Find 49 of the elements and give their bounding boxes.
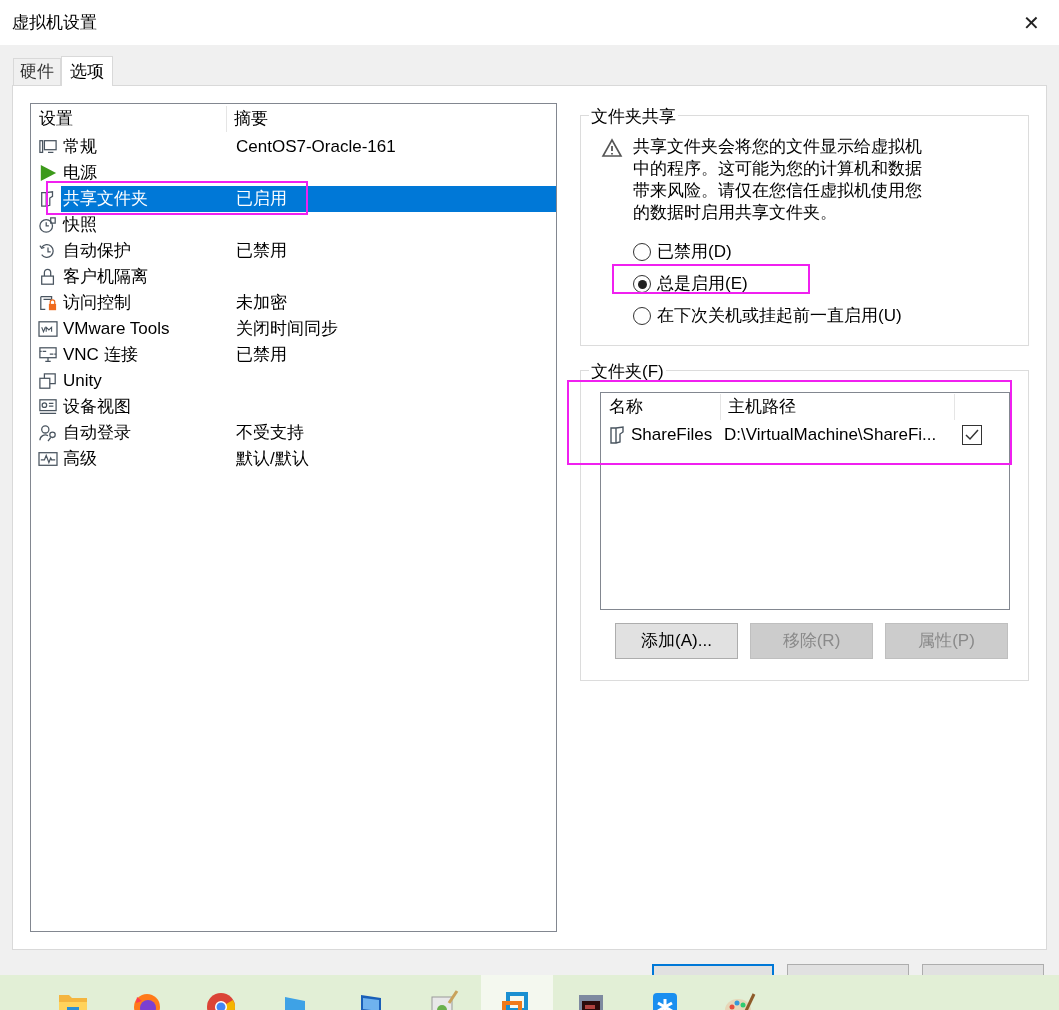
folder-path: D:\VirtualMachine\ShareFi...: [724, 424, 938, 447]
radio-label: 已禁用(D): [657, 241, 732, 264]
warning-text: 共享文件夹会将您的文件显示给虚拟机中的程序。这可能为您的计算机和数据带来风险。请仅在您信任虚拟机使用您的数据时启用共享文件夹。: [633, 136, 923, 224]
setting-name: 访问控制: [63, 292, 131, 315]
settings-row[interactable]: 共享文件夹 已启用: [61, 186, 556, 212]
settings-row[interactable]: 自动登录 不受支持: [61, 420, 556, 446]
folder-action-button[interactable]: 添加(A)...: [615, 623, 738, 659]
setting-name: 高级: [63, 448, 97, 471]
column-header: 摘要: [233, 108, 268, 131]
tab[interactable]: 硬件: [13, 58, 61, 85]
settings-row[interactable]: 电源: [61, 160, 556, 186]
settings-row[interactable]: 自动保护 已禁用: [61, 238, 556, 264]
setting-summary: 已禁用: [235, 240, 287, 263]
setting-name: 设备视图: [63, 396, 131, 419]
settings-row[interactable]: 设备视图: [61, 394, 556, 420]
setting-summary: 未加密: [235, 292, 287, 315]
folder-name: ShareFiles: [630, 424, 714, 447]
setting-summary: 已启用: [235, 188, 287, 211]
settings-row[interactable]: 高级 默认/默认: [61, 446, 556, 472]
setting-name: 电源: [63, 162, 97, 185]
settings-row[interactable]: VMware Tools 关闭时间同步: [61, 316, 556, 342]
setting-name: Unity: [63, 370, 102, 393]
column-header: 设置: [31, 106, 227, 132]
setting-name: 快照: [63, 214, 97, 237]
settings-row[interactable]: 常规 CentOS7-Oracle-161: [61, 134, 556, 160]
column-header: 主机路径: [721, 394, 955, 420]
settings-row[interactable]: 客户机隔离: [61, 264, 556, 290]
close-button[interactable]: ✕: [1011, 4, 1051, 41]
setting-summary: 不受支持: [235, 422, 304, 445]
settings-row[interactable]: 快照: [61, 212, 556, 238]
setting-name: VMware Tools: [63, 318, 170, 341]
radio-label: 总是启用(E): [657, 273, 748, 296]
setting-summary: 默认/默认: [235, 448, 309, 471]
settings-row[interactable]: VNC 连接 已禁用: [61, 342, 556, 368]
setting-name: 共享文件夹: [63, 188, 148, 211]
setting-name: 自动保护: [63, 240, 131, 263]
setting-name: 客户机隔离: [63, 266, 148, 289]
setting-name: 自动登录: [63, 422, 131, 445]
setting-summary: 关闭时间同步: [235, 318, 338, 341]
radio-label: 在下次关机或挂起前一直启用(U): [657, 305, 902, 328]
setting-summary: CentOS7-Oracle-161: [235, 136, 396, 159]
settings-row[interactable]: 访问控制 未加密: [61, 290, 556, 316]
setting-summary: 已禁用: [235, 344, 287, 367]
settings-row[interactable]: Unity: [61, 368, 556, 394]
column-header: 名称: [601, 394, 721, 420]
setting-name: 常规: [63, 136, 97, 159]
setting-name: VNC 连接: [63, 344, 138, 367]
tab[interactable]: 选项: [61, 56, 113, 86]
window-title: 虚拟机设置: [12, 11, 97, 34]
